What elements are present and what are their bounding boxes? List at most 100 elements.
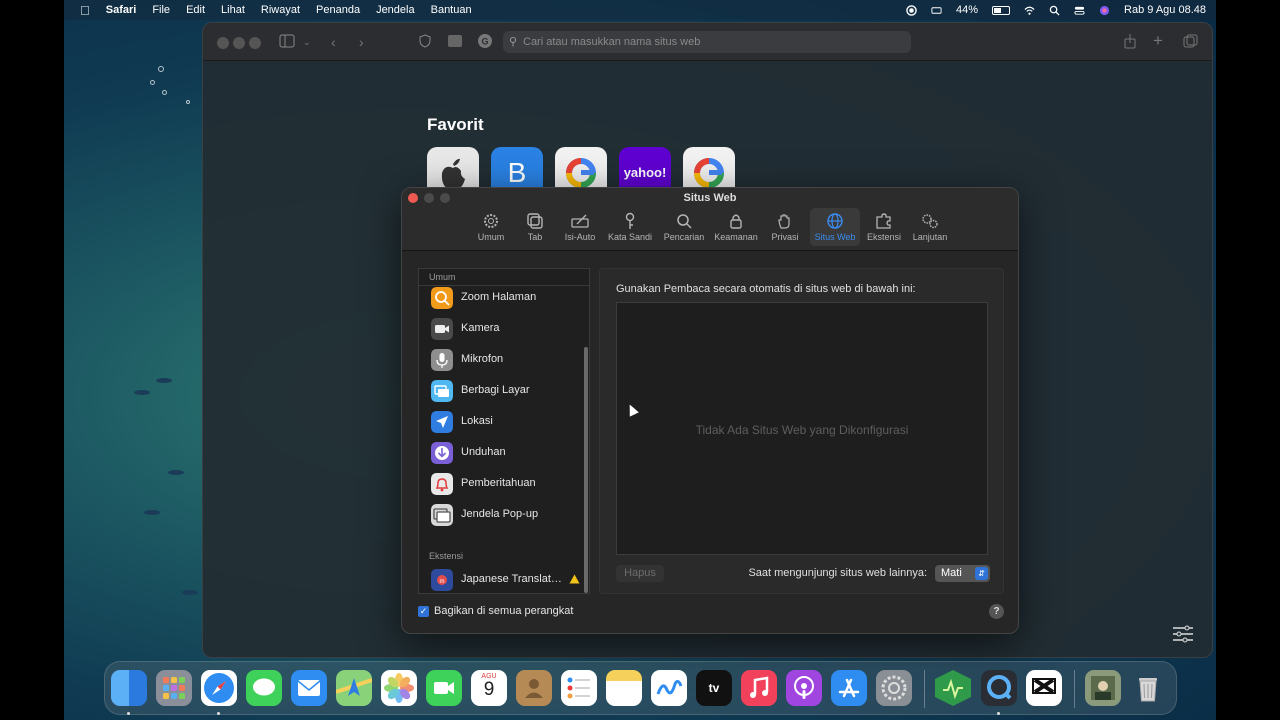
sidebar-toggle-icon[interactable] [279, 34, 295, 48]
menu-view[interactable]: Lihat [221, 4, 245, 16]
warning-icon [569, 574, 580, 584]
tab-advanced[interactable]: Lanjutan [910, 208, 950, 246]
menu-window[interactable]: Jendela [376, 4, 415, 16]
privacy-shield-icon[interactable] [419, 34, 431, 48]
finder-icon[interactable] [111, 670, 147, 706]
spotlight-search-icon[interactable] [1049, 5, 1060, 16]
calendar-icon[interactable]: AGU 9 [471, 670, 507, 706]
other-sites-select[interactable]: Mati ⇵ [935, 565, 990, 582]
clock[interactable]: Rab 9 Agu 08.48 [1124, 4, 1206, 16]
tab-privacy[interactable]: Privasi [768, 208, 802, 246]
music-icon[interactable] [741, 670, 777, 706]
download-icon [431, 442, 453, 464]
launchpad-icon[interactable] [156, 670, 192, 706]
menu-help[interactable]: Bantuan [431, 4, 472, 16]
running-indicator [127, 712, 130, 715]
mail-icon[interactable] [291, 670, 327, 706]
capcut-icon[interactable] [1026, 670, 1062, 706]
chevron-down-icon[interactable]: ⌄ [303, 37, 311, 48]
list-item-downloads[interactable]: Unduhan [419, 439, 584, 467]
favorites-title: Favorit [427, 115, 484, 134]
apple-menu-icon[interactable]:  [80, 3, 90, 18]
list-item-japanese-translator[interactable]: m Japanese Translat… [419, 566, 584, 593]
menu-app-name[interactable]: Safari [106, 4, 137, 16]
share-icon[interactable] [1123, 33, 1137, 49]
safari-icon[interactable] [201, 670, 237, 706]
search-icon [677, 214, 692, 229]
minimize-button[interactable] [233, 37, 245, 49]
back-icon[interactable]: ‹ [331, 34, 336, 50]
list-item-location[interactable]: Lokasi [419, 408, 584, 436]
menu-history[interactable]: Riwayat [261, 4, 300, 16]
share-across-devices-checkbox[interactable]: ✓ [418, 606, 429, 617]
new-tab-icon[interactable]: + [1153, 31, 1163, 51]
system-settings-icon[interactable] [876, 670, 912, 706]
reminders-icon[interactable] [561, 670, 597, 706]
address-placeholder: Cari atau masukkan nama situs web [523, 36, 701, 48]
tab-label: Keamanan [714, 232, 758, 242]
tab-tabs[interactable]: Tab [522, 208, 548, 246]
screen-share-icon [431, 380, 453, 402]
tabs-icon [527, 213, 543, 229]
list-scrollbar[interactable] [584, 347, 588, 593]
extension-icon: m [431, 569, 453, 591]
record-icon[interactable] [906, 4, 917, 16]
tab-autofill[interactable]: Isi-Auto [560, 208, 600, 246]
list-item-camera[interactable]: Kamera [419, 315, 584, 343]
tab-label: Privasi [771, 232, 799, 242]
menu-bookmarks[interactable]: Penanda [316, 4, 360, 16]
keyboard-icon[interactable] [931, 5, 942, 16]
list-item-microphone[interactable]: Mikrofon [419, 346, 584, 374]
tab-search[interactable]: Pencarian [660, 208, 708, 246]
tab-label: Kata Sandi [607, 232, 653, 242]
close-button[interactable] [217, 37, 229, 49]
list-item-notifications[interactable]: Pemberitahuan [419, 470, 584, 498]
bubble [150, 80, 155, 85]
tab-general[interactable]: Umum [474, 208, 508, 246]
sliders-icon[interactable] [1172, 625, 1194, 643]
tab-security[interactable]: Keamanan [712, 208, 760, 246]
app-store-icon[interactable] [831, 670, 867, 706]
freeform-icon[interactable] [651, 670, 687, 706]
list-item-page-zoom[interactable]: Zoom Halaman [419, 284, 584, 312]
zoom-icon [431, 287, 453, 309]
notes-icon[interactable] [606, 670, 642, 706]
tab-extensions[interactable]: Ekstensi [866, 208, 902, 246]
address-bar[interactable]: ⚲ Cari atau masukkan nama situs web [503, 31, 911, 53]
contacts-icon[interactable] [516, 670, 552, 706]
trash-icon[interactable] [1130, 670, 1166, 706]
menu-file[interactable]: File [152, 4, 170, 16]
tab-label: Tab [527, 232, 543, 242]
podcasts-icon[interactable] [786, 670, 822, 706]
gears-icon [922, 214, 938, 229]
configured-sites-table[interactable]: Tidak Ada Situs Web yang Dikonfigurasi [616, 302, 988, 555]
grammarly-icon[interactable]: G [477, 33, 493, 49]
help-button[interactable]: ? [989, 604, 1004, 619]
control-center-icon[interactable] [1074, 5, 1085, 16]
tab-overview-icon[interactable] [1183, 34, 1198, 48]
activity-monitor-icon[interactable] [935, 670, 971, 706]
apple-tv-icon[interactable]: tv [696, 670, 732, 706]
quicktime-icon[interactable] [981, 670, 1017, 706]
lock-icon [730, 214, 742, 229]
wifi-icon[interactable] [1024, 5, 1035, 16]
reader-icon[interactable] [447, 34, 463, 48]
menu-edit[interactable]: Edit [186, 4, 205, 16]
downloads-stack-icon[interactable] [1085, 670, 1121, 706]
zoom-button[interactable] [249, 37, 261, 49]
messages-icon[interactable] [246, 670, 282, 706]
list-item-popup-windows[interactable]: Jendela Pop-up [419, 501, 584, 529]
tab-passwords[interactable]: Kata Sandi [606, 208, 654, 246]
tv-label: tv [708, 681, 720, 695]
facetime-icon[interactable] [426, 670, 462, 706]
photos-icon[interactable] [381, 670, 417, 706]
remove-button[interactable]: Hapus [616, 565, 664, 582]
tab-websites[interactable]: Situs Web [810, 208, 860, 246]
website-settings-list[interactable]: Umum Zoom Halaman Kamera Mikrofon Berbag… [418, 268, 590, 594]
list-item-screen-sharing[interactable]: Berbagi Layar [419, 377, 584, 405]
maps-icon[interactable] [335, 670, 373, 706]
siri-icon[interactable] [1099, 5, 1110, 16]
battery-icon[interactable] [992, 5, 1011, 15]
bell-icon [431, 473, 453, 495]
forward-icon[interactable]: › [359, 34, 364, 50]
